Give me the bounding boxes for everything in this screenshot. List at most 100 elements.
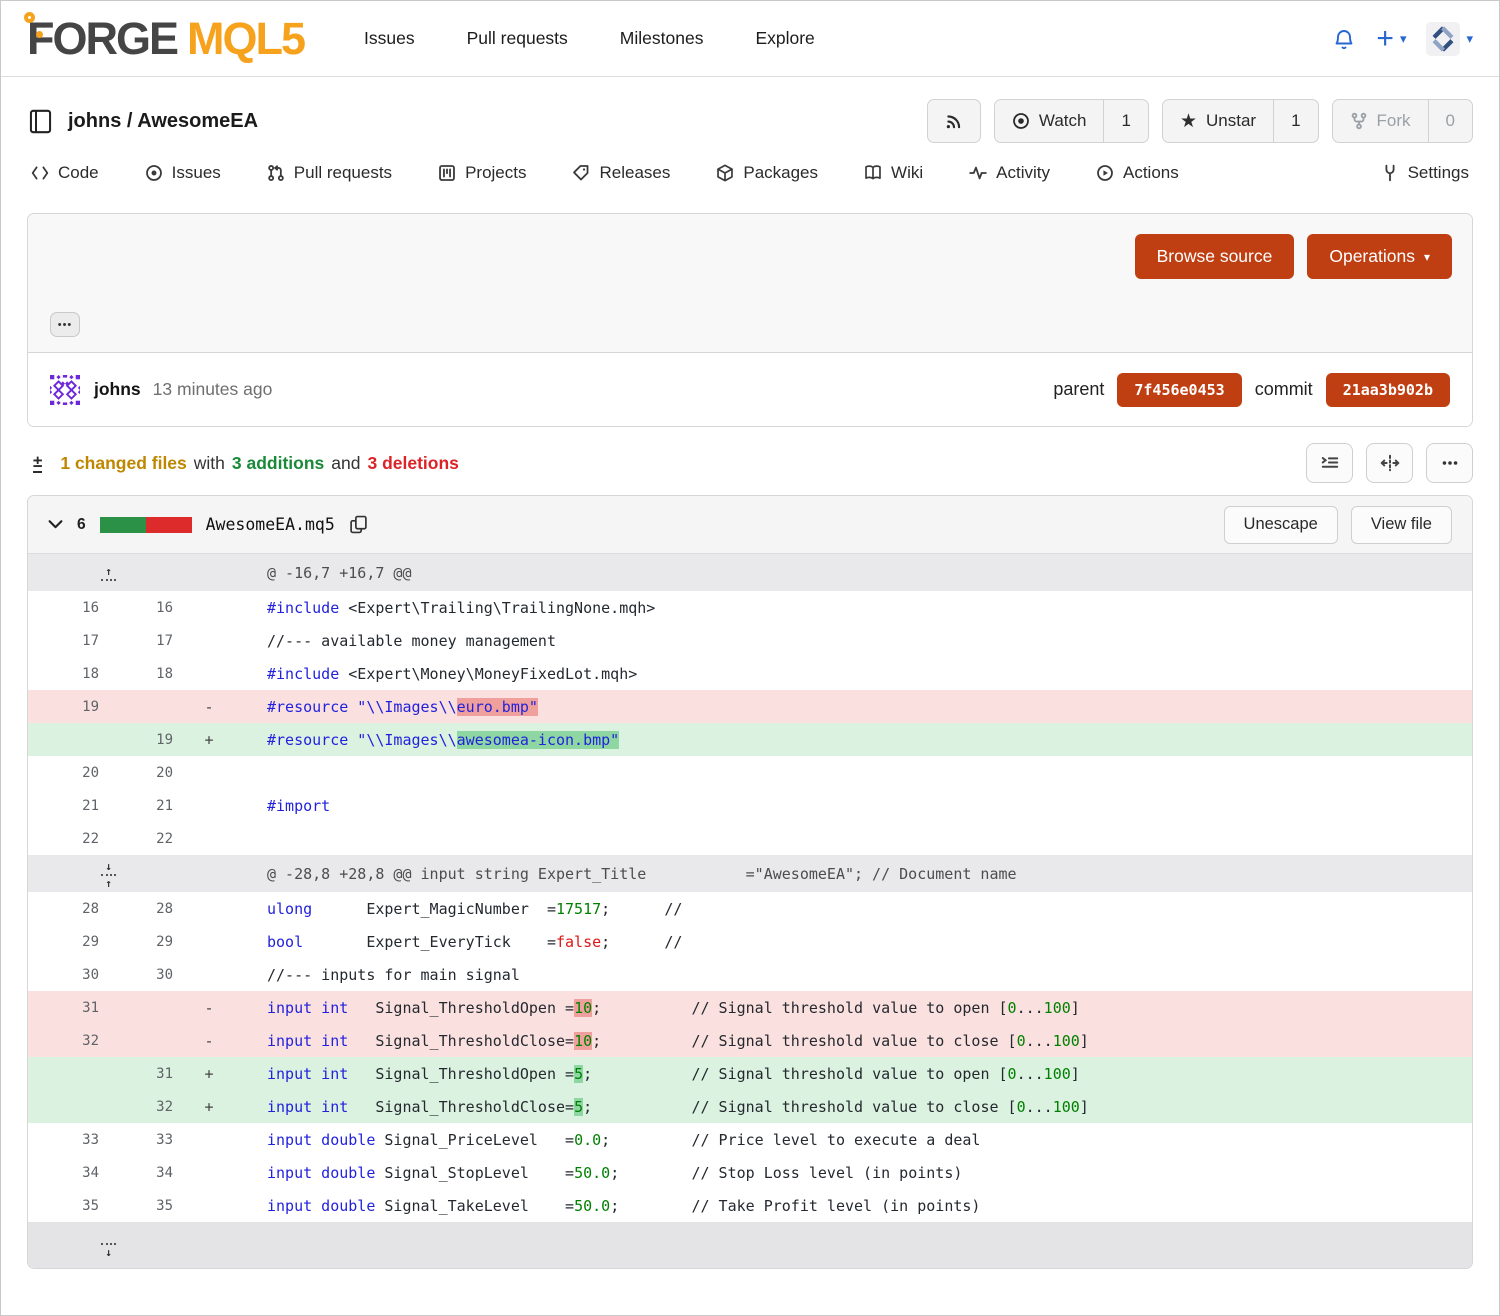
- copy-file-path-icon[interactable]: [349, 515, 368, 534]
- tab-settings[interactable]: Settings: [1381, 163, 1469, 183]
- file-name-link[interactable]: AwesomeEA.mq5: [206, 515, 335, 534]
- diff-row-expand: ↓: [28, 1222, 1472, 1268]
- line-number-new[interactable]: [123, 1024, 189, 1057]
- tab-wiki[interactable]: Wiki: [864, 163, 923, 183]
- user-menu[interactable]: ▾: [1426, 22, 1473, 56]
- line-number-new[interactable]: 28: [123, 892, 189, 925]
- nav-link-explore[interactable]: Explore: [755, 28, 814, 49]
- operations-dropdown[interactable]: Operations ▾: [1307, 234, 1452, 279]
- line-number-old[interactable]: 31: [28, 991, 123, 1024]
- line-number-old[interactable]: [28, 1057, 123, 1090]
- fork-count[interactable]: 0: [1428, 100, 1472, 142]
- line-number-old[interactable]: 33: [28, 1123, 123, 1156]
- line-number-old[interactable]: 35: [28, 1189, 123, 1222]
- tab-pull-requests[interactable]: Pull requests: [267, 163, 392, 183]
- code-segment: 50.0: [574, 1197, 610, 1215]
- line-number-old[interactable]: 21: [28, 789, 123, 822]
- changed-files-link[interactable]: 1 changed files: [60, 453, 186, 474]
- line-number-new[interactable]: 32: [123, 1090, 189, 1123]
- line-number-new[interactable]: 20: [123, 756, 189, 789]
- expand-both-icon[interactable]: ↓↑: [101, 861, 116, 889]
- tab-releases[interactable]: Releases: [572, 163, 670, 183]
- commit-author-name[interactable]: johns: [94, 379, 141, 400]
- line-number-new[interactable]: 16: [123, 591, 189, 624]
- parent-hash-button[interactable]: 7f456e0453: [1117, 373, 1241, 407]
- line-number-old[interactable]: 30: [28, 958, 123, 991]
- line-number-old[interactable]: 18: [28, 657, 123, 690]
- line-number-new[interactable]: 22: [123, 822, 189, 855]
- watch-button-group: Watch 1: [994, 99, 1149, 143]
- line-number-old[interactable]: 20: [28, 756, 123, 789]
- diff-row-ctx: 2929bool Expert_EveryTick =false; //: [28, 925, 1472, 958]
- line-number-new[interactable]: 29: [123, 925, 189, 958]
- code-line: #include <Expert\Trailing\TrailingNone.m…: [229, 591, 1472, 624]
- user-avatar[interactable]: [1426, 22, 1460, 56]
- expand-cell[interactable]: ↓: [28, 1222, 189, 1268]
- tab-packages[interactable]: Packages: [716, 163, 818, 183]
- line-number-new[interactable]: 31: [123, 1057, 189, 1090]
- line-number-new[interactable]: 30: [123, 958, 189, 991]
- line-number-old[interactable]: 19: [28, 690, 123, 723]
- code-line: input int Signal_ThresholdOpen =10; // S…: [229, 991, 1472, 1024]
- line-number-old[interactable]: 32: [28, 1024, 123, 1057]
- tab-issues[interactable]: Issues: [145, 163, 221, 183]
- line-number-new[interactable]: 18: [123, 657, 189, 690]
- line-number-new[interactable]: 21: [123, 789, 189, 822]
- expand-up-icon[interactable]: ↑: [101, 566, 116, 583]
- line-number-old[interactable]: 16: [28, 591, 123, 624]
- line-number-old[interactable]: 22: [28, 822, 123, 855]
- line-number-old[interactable]: 28: [28, 892, 123, 925]
- expand-down-icon[interactable]: ↓: [101, 1241, 116, 1258]
- line-number-new[interactable]: [123, 991, 189, 1024]
- marker-cell: [189, 1222, 229, 1268]
- line-number-old[interactable]: 34: [28, 1156, 123, 1189]
- expand-cell[interactable]: ↑: [28, 554, 189, 591]
- repo-name-link[interactable]: AwesomeEA: [137, 110, 258, 132]
- whitespace-options-button[interactable]: [1306, 443, 1353, 483]
- nav-link-pull-requests[interactable]: Pull requests: [467, 28, 568, 49]
- tab-activity[interactable]: Activity: [969, 163, 1050, 183]
- file-changes-count: 6: [77, 516, 86, 534]
- collapse-file-chevron-icon[interactable]: [48, 517, 63, 532]
- line-number-old[interactable]: [28, 723, 123, 756]
- line-number-new[interactable]: 33: [123, 1123, 189, 1156]
- line-number-new[interactable]: 19: [123, 723, 189, 756]
- forge-mql5-logo[interactable]: F ORGE MQL5: [27, 16, 304, 61]
- diff-options-button[interactable]: [1426, 443, 1473, 483]
- diff-summary-bar: ± 1 changed files with 3 additions and 3…: [33, 443, 1473, 483]
- commit-message-toggle-button[interactable]: •••: [50, 312, 80, 337]
- diff-file-box: 6 AwesomeEA.mq5 Unescape View file ↑@ -1…: [27, 495, 1473, 1269]
- create-new-button[interactable]: + ▾: [1376, 24, 1406, 54]
- line-number-new[interactable]: 34: [123, 1156, 189, 1189]
- line-number-old[interactable]: [28, 1090, 123, 1123]
- rss-button[interactable]: [927, 99, 981, 143]
- tab-projects[interactable]: Projects: [438, 163, 526, 183]
- watch-button[interactable]: Watch: [995, 100, 1104, 142]
- line-number-old[interactable]: 29: [28, 925, 123, 958]
- notifications-bell-icon[interactable]: [1332, 27, 1356, 51]
- watch-count[interactable]: 1: [1103, 100, 1147, 142]
- code-segment: ; //: [601, 933, 682, 951]
- nav-link-issues[interactable]: Issues: [364, 28, 415, 49]
- nav-links: Issues Pull requests Milestones Explore: [364, 28, 815, 49]
- repo-owner-link[interactable]: johns: [68, 110, 121, 132]
- tab-code[interactable]: Code: [31, 163, 99, 183]
- unescape-button[interactable]: Unescape: [1224, 506, 1338, 544]
- browse-source-button[interactable]: Browse source: [1135, 234, 1295, 279]
- star-count[interactable]: 1: [1273, 100, 1317, 142]
- line-number-old[interactable]: 17: [28, 624, 123, 657]
- diff-row-ctx: 2121#import: [28, 789, 1472, 822]
- line-number-new[interactable]: [123, 690, 189, 723]
- commit-hash-button[interactable]: 21aa3b902b: [1326, 373, 1450, 407]
- author-avatar-identicon[interactable]: [50, 375, 80, 405]
- line-number-new[interactable]: 17: [123, 624, 189, 657]
- split-view-button[interactable]: [1366, 443, 1413, 483]
- expand-cell[interactable]: ↓↑: [28, 855, 189, 892]
- fork-button[interactable]: Fork: [1333, 100, 1428, 142]
- diff-row-add: 32+input int Signal_ThresholdClose=5; //…: [28, 1090, 1472, 1123]
- line-number-new[interactable]: 35: [123, 1189, 189, 1222]
- tab-actions[interactable]: Actions: [1096, 163, 1179, 183]
- nav-link-milestones[interactable]: Milestones: [620, 28, 704, 49]
- unstar-button[interactable]: ★ Unstar: [1163, 100, 1273, 142]
- view-file-button[interactable]: View file: [1351, 506, 1452, 544]
